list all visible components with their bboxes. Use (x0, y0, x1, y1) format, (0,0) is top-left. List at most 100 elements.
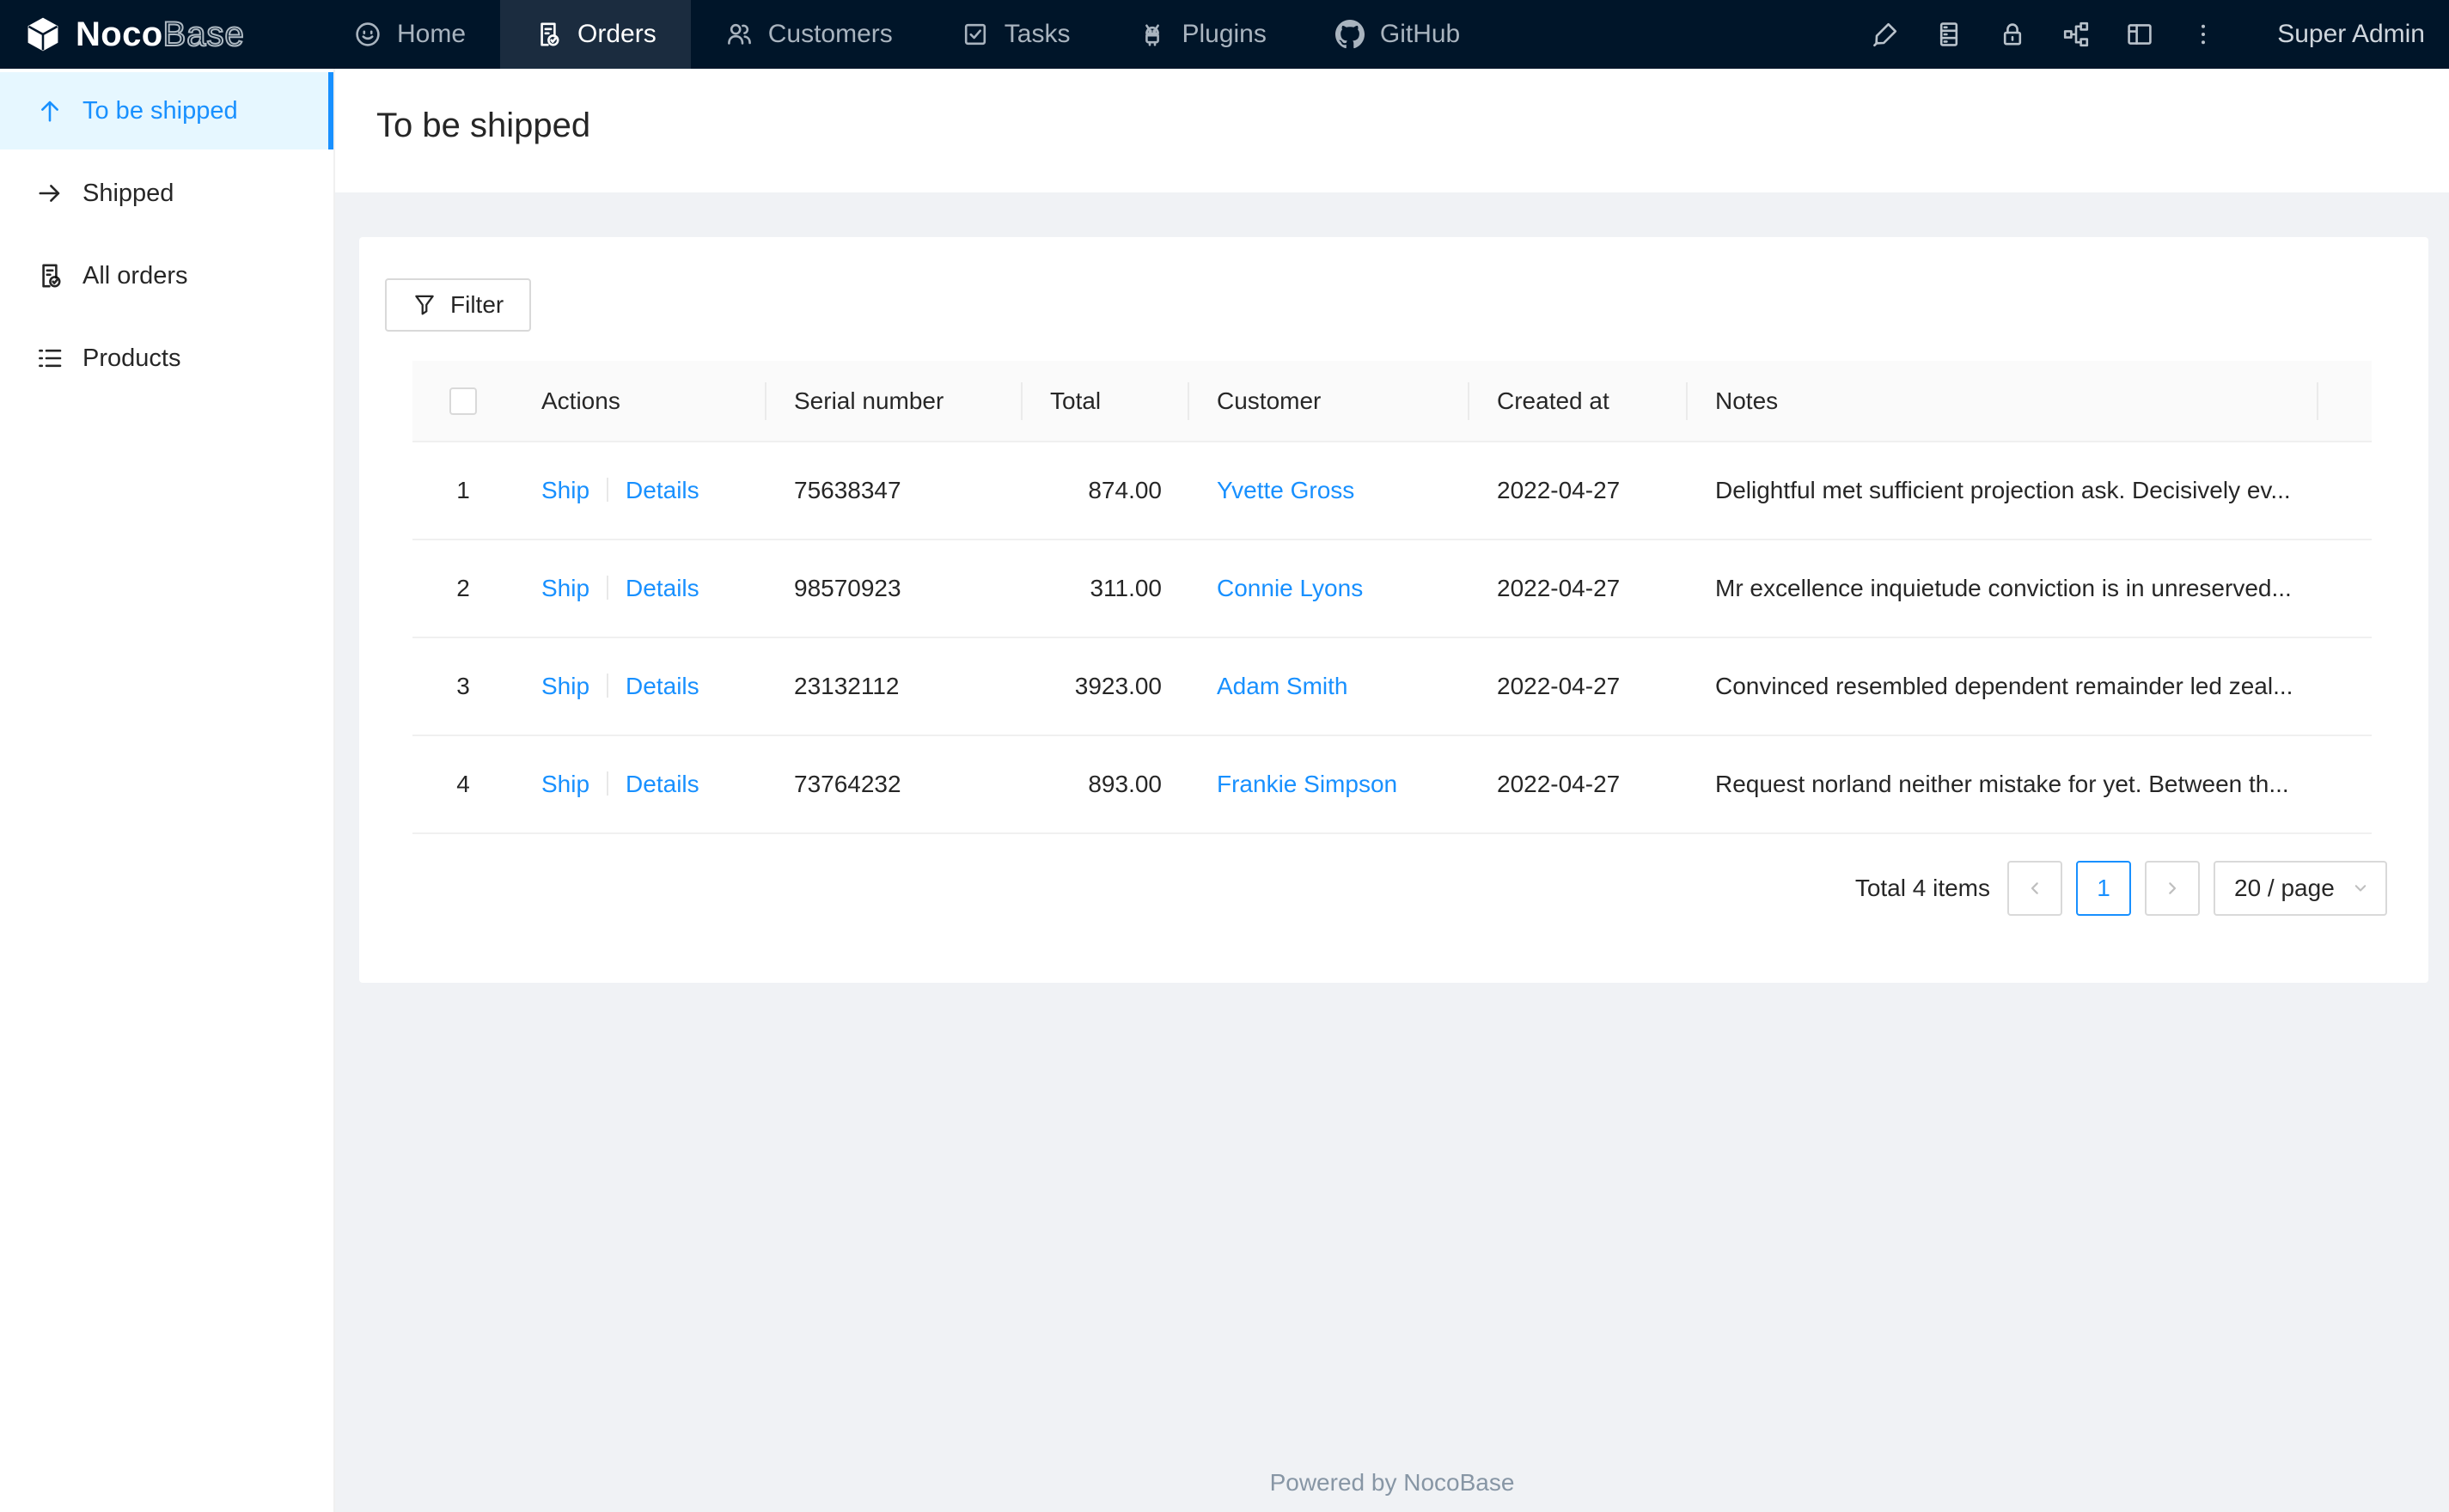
home-icon (354, 21, 382, 48)
column-header-actions: Actions (514, 361, 766, 442)
details-link[interactable]: Details (626, 673, 699, 699)
table-row: 1 Ship Details 75638347 874.00 Yvette Gross 20… (412, 442, 2372, 540)
sidebar-item-label: All orders (82, 261, 188, 290)
table-row: 2 Ship Details 98570923 311.00 Connie Lyons 20… (412, 540, 2372, 638)
serial-number-cell: 98570923 (766, 540, 1023, 638)
sidebar-item-label: Shipped (82, 179, 174, 207)
column-header-total: Total (1023, 361, 1189, 442)
column-header-notes: Notes (1688, 361, 2318, 442)
chevron-right-icon (2162, 878, 2183, 899)
nav-item-orders[interactable]: Orders (500, 0, 691, 69)
ship-link[interactable]: Ship (541, 673, 589, 699)
spacer-cell (2318, 735, 2372, 834)
notes-cell: Mr excellence inquietude conviction is i… (1688, 540, 2318, 638)
tasks-icon (962, 21, 989, 48)
details-link[interactable]: Details (626, 771, 699, 797)
notes-cell: Request norland neither mistake for yet.… (1688, 735, 2318, 834)
nav-item-label: GitHub (1379, 20, 1461, 48)
customers-icon (725, 21, 753, 48)
serial-number-cell: 73764232 (766, 735, 1023, 834)
nav-item-label: Tasks (1004, 20, 1071, 48)
actions-cell: Ship Details (514, 540, 766, 638)
spacer-cell (2318, 442, 2372, 540)
nav-item-label: Customers (767, 20, 893, 48)
page-size-select[interactable]: 20 / page (2214, 861, 2387, 916)
select-all-header-cell (412, 361, 514, 442)
customer-cell: Adam Smith (1189, 637, 1469, 736)
action-divider (607, 576, 609, 600)
cube-logo-icon (24, 15, 62, 53)
pagination-page-1[interactable]: 1 (2076, 861, 2131, 916)
actions-cell: Ship Details (514, 637, 766, 736)
orders-table: Actions Serial number Total Customer Cre… (412, 361, 2372, 834)
chevron-left-icon (2025, 878, 2045, 899)
nav-icon-group (1872, 21, 2217, 48)
total-cell: 311.00 (1023, 540, 1189, 638)
sidebar-item-label: To be shipped (82, 96, 238, 125)
total-cell: 893.00 (1023, 735, 1189, 834)
nav-item-customers[interactable]: Customers (691, 0, 927, 69)
top-nav: NocoBase Home Orders Customers Tasks Plugins… (0, 0, 2449, 69)
layout-icon[interactable] (2126, 21, 2153, 48)
details-link[interactable]: Details (626, 477, 699, 503)
customer-cell: Frankie Simpson (1189, 735, 1469, 834)
sidebar-item-to-be-shipped[interactable]: To be shipped (0, 72, 333, 149)
serial-number-cell: 23132112 (766, 637, 1023, 736)
sidebar-item-products[interactable]: Products (0, 320, 333, 397)
brand-name-bold: Noco (76, 15, 163, 53)
more-icon[interactable] (2189, 21, 2217, 48)
select-all-checkbox[interactable] (449, 387, 477, 416)
list-icon (36, 344, 64, 372)
action-divider (607, 674, 609, 698)
page-size-value: 20 / page (2234, 875, 2335, 901)
column-header-serial-number: Serial number (766, 361, 1023, 442)
customer-link[interactable]: Adam Smith (1217, 673, 1348, 699)
lock-icon[interactable] (1999, 21, 2026, 48)
actions-cell: Ship Details (514, 735, 766, 834)
customer-cell: Yvette Gross (1189, 442, 1469, 540)
nav-item-plugins[interactable]: Plugins (1104, 0, 1300, 69)
notes-cell: Convinced resembled dependent remainder … (1688, 637, 2318, 736)
table-header-row: Actions Serial number Total Customer Cre… (412, 361, 2372, 442)
ship-link[interactable]: Ship (541, 477, 589, 503)
details-link[interactable]: Details (626, 575, 699, 601)
pagination: Total 4 items 1 20 / page (1855, 861, 2387, 916)
pagination-next-button[interactable] (2145, 861, 2200, 916)
column-header-created-at: Created at (1469, 361, 1688, 442)
row-index-cell: 4 (412, 735, 514, 834)
customer-link[interactable]: Connie Lyons (1217, 575, 1363, 601)
filter-button[interactable]: Filter (385, 278, 532, 332)
spacer-cell (2318, 540, 2372, 638)
action-divider (607, 771, 609, 796)
pagination-prev-button[interactable] (2007, 861, 2062, 916)
total-cell: 3923.00 (1023, 637, 1189, 736)
org-chart-icon[interactable] (2062, 21, 2090, 48)
total-cell: 874.00 (1023, 442, 1189, 540)
sidebar-item-all-orders[interactable]: All orders (0, 237, 333, 314)
sidebar-item-shipped[interactable]: Shipped (0, 155, 333, 232)
ship-link[interactable]: Ship (541, 771, 589, 797)
chevron-down-icon (2351, 879, 2370, 898)
nav-item-label: Home (397, 20, 467, 48)
customer-link[interactable]: Frankie Simpson (1217, 771, 1397, 797)
row-index-cell: 1 (412, 442, 514, 540)
filter-icon (412, 293, 437, 317)
highlighter-icon[interactable] (1872, 21, 1899, 48)
actions-cell: Ship Details (514, 442, 766, 540)
notes-cell: Delightful met sufficient projection ask… (1688, 442, 2318, 540)
database-icon[interactable] (1935, 21, 1963, 48)
table-row: 3 Ship Details 23132112 3923.00 Adam Smith 202… (412, 637, 2372, 736)
current-user[interactable]: Super Admin (2277, 20, 2425, 49)
column-header-customer: Customer (1189, 361, 1469, 442)
nav-item-github[interactable]: GitHub (1301, 0, 1494, 69)
customer-link[interactable]: Yvette Gross (1217, 477, 1354, 503)
brand-logo[interactable]: NocoBase (0, 15, 320, 54)
nav-item-tasks[interactable]: Tasks (927, 0, 1105, 69)
page-title: To be shipped (376, 107, 591, 144)
pagination-total: Total 4 items (1854, 875, 1990, 901)
nav-item-home[interactable]: Home (320, 0, 500, 69)
github-icon (1334, 20, 1365, 49)
filter-button-label: Filter (450, 291, 504, 318)
sidebar: To be shipped Shipped All orders Products (0, 69, 335, 1512)
ship-link[interactable]: Ship (541, 575, 589, 601)
